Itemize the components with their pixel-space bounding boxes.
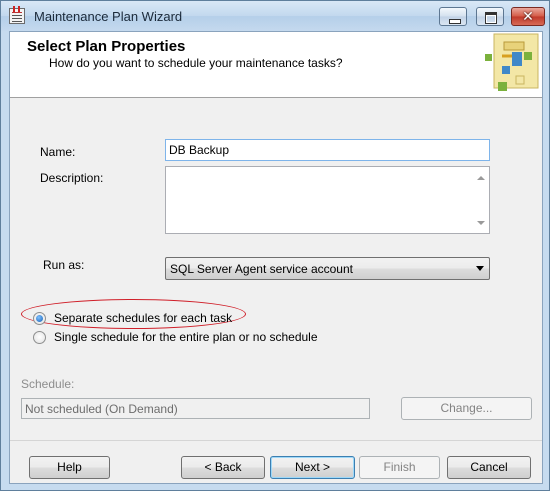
- close-button[interactable]: ✕: [511, 7, 545, 26]
- wizard-graphic-icon: [485, 33, 539, 91]
- cancel-button[interactable]: Cancel: [447, 456, 531, 479]
- run-as-label: Run as:: [43, 258, 85, 272]
- maintenance-plan-icon: [9, 6, 25, 24]
- chevron-down-icon: [476, 266, 484, 271]
- footer-divider: [10, 440, 542, 441]
- schedule-label: Schedule:: [21, 377, 75, 391]
- description-scrollbar[interactable]: [473, 167, 489, 233]
- run-as-selected: SQL Server Agent service account: [170, 262, 353, 276]
- page-subtitle: How do you want to schedule your mainten…: [49, 56, 343, 70]
- radio-button[interactable]: [33, 331, 46, 344]
- finish-button[interactable]: Finish: [359, 456, 440, 479]
- help-button[interactable]: Help: [29, 456, 110, 479]
- scroll-up-icon[interactable]: [477, 176, 485, 180]
- wizard-header: Select Plan Properties How do you want t…: [10, 32, 542, 98]
- window-title: Maintenance Plan Wizard: [34, 9, 183, 24]
- close-icon: ✕: [522, 8, 534, 24]
- wizard-body: Select Plan Properties How do you want t…: [9, 31, 543, 484]
- description-label: Description:: [40, 171, 104, 185]
- scroll-down-icon[interactable]: [477, 221, 485, 225]
- minimize-button[interactable]: [439, 7, 467, 26]
- title-bar[interactable]: Maintenance Plan Wizard ✕: [1, 1, 549, 31]
- run-as-dropdown[interactable]: SQL Server Agent service account: [165, 257, 490, 280]
- description-input[interactable]: [165, 166, 490, 234]
- maximize-button[interactable]: [476, 7, 504, 26]
- change-schedule-button[interactable]: Change...: [401, 397, 532, 420]
- radio-button-checked[interactable]: [33, 312, 46, 325]
- radio-label: Separate schedules for each task: [54, 311, 233, 325]
- page-title: Select Plan Properties: [27, 38, 186, 55]
- name-label: Name:: [40, 145, 76, 159]
- name-input[interactable]: DB Backup: [165, 139, 490, 161]
- wizard-window: Maintenance Plan Wizard ✕ Select Plan Pr…: [0, 0, 550, 491]
- radio-label: Single schedule for the entire plan or n…: [54, 330, 318, 344]
- schedule-field: Not scheduled (On Demand): [21, 398, 370, 419]
- next-button[interactable]: Next >: [270, 456, 355, 479]
- back-button[interactable]: < Back: [181, 456, 265, 479]
